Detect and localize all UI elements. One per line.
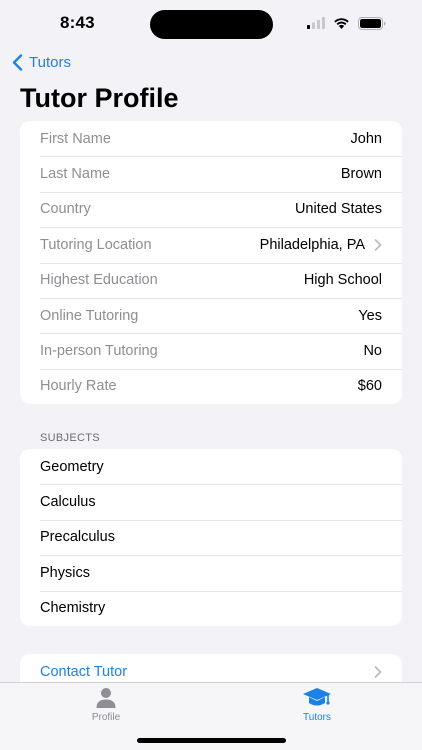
back-button[interactable]: Tutors [12,52,71,72]
row-value: Philadelphia, PA [259,236,365,253]
status-icons [307,15,386,31]
person-icon [96,688,116,708]
subject-label: Precalculus [40,529,115,546]
chevron-left-icon [12,53,23,71]
home-indicator [137,738,286,743]
list-item: Calculus [20,484,402,519]
wifi-icon [334,18,349,29]
row-value: No [363,343,382,360]
tab-label: Tutors [303,712,331,723]
status-time: 8:43 [60,13,95,32]
list-item: Chemistry [20,590,402,626]
signal-icon [307,17,325,29]
row-value: John [350,130,382,147]
tab-profile[interactable]: Profile [66,687,146,723]
profile-details-card: First Name John Last Name Brown Country … [20,121,402,405]
row-value: Brown [340,166,382,183]
profile-row-in-person-tutoring: In-person Tutoring No [20,333,402,368]
row-label: Tutoring Location [40,236,152,253]
profile-row-hourly-rate: Hourly Rate $60 [20,368,402,404]
subjects-section-header: SUBJECTS [40,432,100,444]
chevron-right-icon [374,239,382,251]
profile-row-first-name: First Name John [20,121,402,156]
subject-label: Geometry [40,458,104,475]
row-value: High School [303,272,382,289]
list-item: Precalculus [20,519,402,555]
row-label: Last Name [40,166,111,183]
battery-icon [358,16,386,30]
profile-row-online-tutoring: Online Tutoring Yes [20,297,402,333]
list-item: Geometry [20,449,402,484]
row-value: Yes [358,307,382,324]
subject-label: Chemistry [40,600,106,617]
profile-row-last-name: Last Name Brown [20,156,402,191]
row-label: First Name [40,130,111,147]
profile-row-tutoring-location[interactable]: Tutoring Location Philadelphia, PA [20,227,402,262]
row-label: Country [40,201,91,218]
subject-label: Calculus [40,494,96,511]
subject-label: Physics [40,564,90,581]
row-value: $60 [357,378,382,395]
row-label: Hourly Rate [40,378,117,395]
row-label: In-person Tutoring [40,343,158,360]
row-label: Highest Education [40,272,158,289]
list-item: Physics [20,555,402,590]
graduation-cap-icon [303,688,331,706]
back-label: Tutors [29,53,71,71]
profile-row-country: Country United States [20,191,402,227]
status-bar: 8:43 [0,0,422,48]
contact-tutor-label: Contact Tutor [40,663,128,680]
chevron-right-icon [374,665,382,678]
tab-tutors[interactable]: Tutors [277,687,357,723]
profile-row-highest-education: Highest Education High School [20,262,402,298]
page-title: Tutor Profile [20,83,179,113]
tab-label: Profile [91,712,121,723]
dynamic-island [150,10,273,39]
row-label: Online Tutoring [40,307,139,324]
subjects-card: Geometry Calculus Precalculus Physics Ch… [20,449,402,626]
row-value: United States [294,201,382,218]
